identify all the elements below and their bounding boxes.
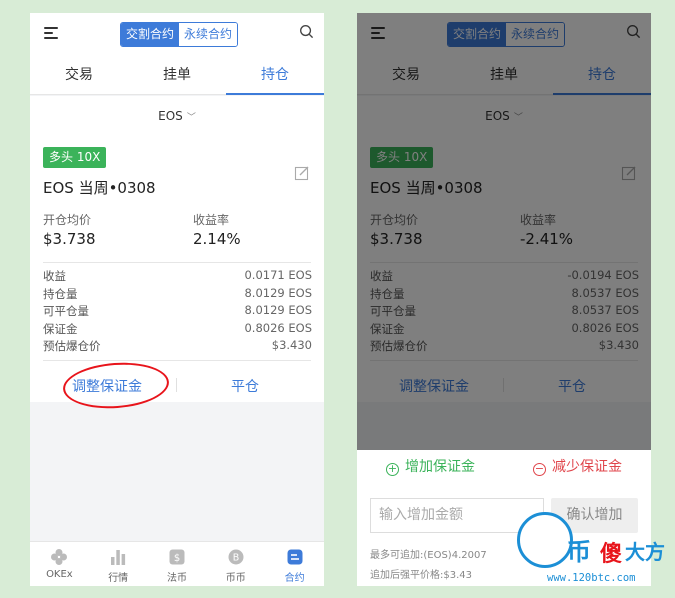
watermark-url: www.120btc.com [547, 572, 636, 584]
contract-icon [287, 549, 303, 565]
seg-perpetual[interactable]: 永续合约 [179, 23, 238, 46]
nav-market[interactable]: 行情 [89, 542, 148, 586]
stat-row: 预估爆仓价$3.430 [43, 338, 312, 353]
chevron-down-icon: ﹀ [186, 113, 196, 123]
svg-text:$: $ [174, 553, 180, 564]
highlight-annotation [61, 359, 171, 412]
tab-bar: 交易 挂单 持仓 [30, 57, 324, 95]
close-position-button[interactable]: 平仓 [231, 376, 259, 396]
bottom-nav: OKEx 行情 $ 法币 B 币币 合约 [30, 541, 324, 586]
tab-trade[interactable]: 交易 [30, 57, 128, 94]
avg-open-value: $3.738 [43, 230, 96, 248]
top-bar: 交割合约 永续合约 [30, 13, 324, 57]
tab-orders[interactable]: 挂单 [128, 57, 226, 94]
minus-circle-icon: − [533, 462, 546, 476]
modal-backdrop[interactable] [357, 13, 651, 450]
yield-value: 2.14% [193, 230, 241, 248]
divider [176, 378, 177, 392]
menu-icon[interactable] [44, 26, 60, 40]
watermark: 币 傻 大方 www.120btc.com [505, 512, 675, 598]
plus-circle-icon: + [386, 462, 399, 476]
position-badge: 多头 10X [43, 147, 107, 168]
stat-row: 持仓量 8.0129 EOS [43, 285, 312, 301]
screen-after: 交割合约 永续合约 交易 挂单 持仓 EOS﹀ 多头 10X EOS 当周•03… [357, 13, 651, 586]
bar-chart-icon [111, 550, 126, 565]
fiat-icon: $ [169, 549, 185, 565]
tab-positions[interactable]: 持仓 [226, 57, 324, 95]
contract-type-switch: 交割合约 永续合约 [120, 22, 239, 47]
search-icon[interactable] [299, 24, 314, 39]
contract-name: EOS 当周•0308 [43, 179, 156, 197]
watermark-logo-icon [517, 512, 573, 568]
nav-futures[interactable]: 合约 [265, 542, 324, 586]
nav-fiat[interactable]: $ 法币 [148, 542, 207, 586]
coin-selector[interactable]: EOS﹀ [30, 96, 324, 136]
stat-row: 保证金0.8026 EOS [43, 320, 312, 336]
stat-row: 可平仓量 8.0129 EOS [43, 303, 312, 318]
max-add-hint: 最多可追加:(EOS)4.2007 [370, 550, 487, 561]
coin-label: EOS [158, 109, 183, 123]
avg-open-label: 开仓均价 [43, 213, 92, 227]
stat-row: 收益 0.0171 EOS [43, 268, 312, 283]
divider [43, 262, 311, 263]
reduce-margin-tab[interactable]: − 减少保证金 [504, 450, 651, 485]
screen-before: 交割合约 永续合约 交易 挂单 持仓 EOS ﹀ 多头 10X EOS 当周•03… [30, 13, 324, 586]
add-margin-tab[interactable]: + 增加保证金 [357, 450, 504, 485]
position-card: 多头 10X EOS 当周•0308 开仓均价 $3.738 收益率 2.14%… [30, 134, 324, 412]
yield-label: 收益率 [193, 213, 230, 227]
edit-icon[interactable] [294, 165, 310, 181]
liq-price-hint: 追加后强平价格:$3.43 [370, 570, 472, 581]
nav-okex[interactable]: OKEx [30, 542, 89, 586]
coin-icon: B [228, 549, 244, 565]
svg-text:B: B [233, 553, 240, 564]
divider [43, 360, 311, 361]
okex-logo-icon [51, 549, 68, 565]
seg-delivery[interactable]: 交割合约 [121, 23, 180, 46]
nav-spot[interactable]: B 币币 [206, 542, 265, 586]
